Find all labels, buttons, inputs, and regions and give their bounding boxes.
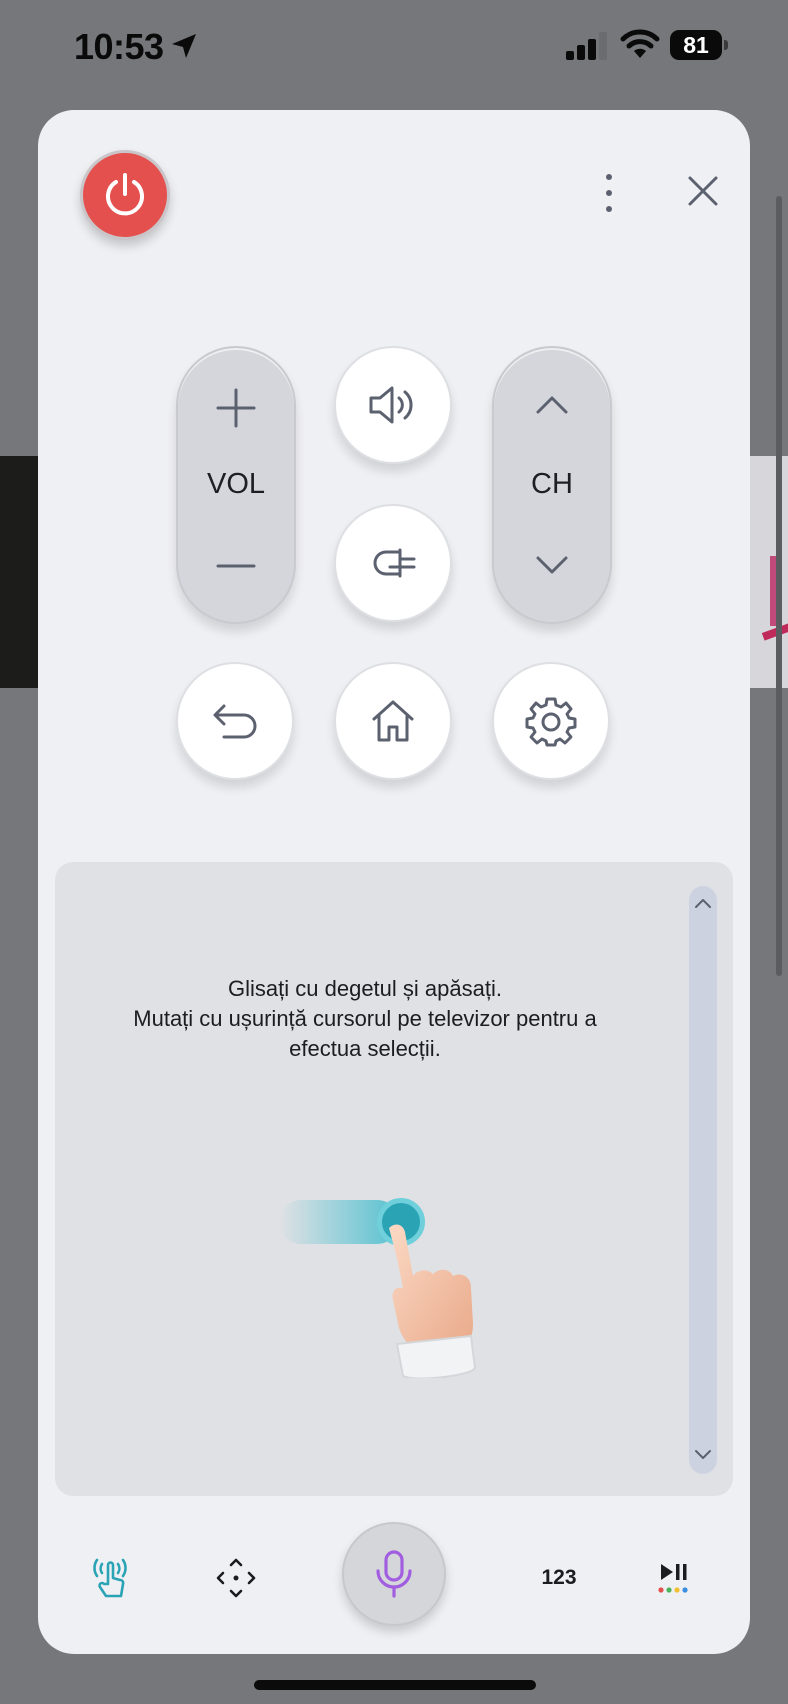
more-vertical-icon[interactable] — [594, 168, 624, 218]
power-button[interactable] — [80, 150, 170, 240]
gear-icon — [525, 697, 577, 747]
cellular-signal-icon — [566, 32, 607, 60]
swipe-hand-illustration — [389, 1224, 477, 1378]
back-arrow-icon — [213, 704, 257, 739]
volume-rocker: VOL — [176, 346, 296, 624]
close-icon[interactable] — [678, 166, 728, 216]
dpad-mode-button[interactable] — [210, 1554, 262, 1602]
scroll-down-icon[interactable] — [691, 1442, 715, 1466]
touch-mode-button[interactable] — [84, 1554, 136, 1602]
background-app-image-left — [0, 456, 38, 688]
touchpad-scroll-bar[interactable] — [689, 886, 717, 1474]
settings-button[interactable] — [492, 662, 610, 780]
battery-level: 81 — [683, 32, 709, 58]
background-app-image-right — [750, 456, 788, 688]
touchpad-instruction-line2: Mutați cu ușurință cursorul pe televizor… — [133, 1006, 597, 1031]
wifi-icon — [620, 29, 660, 58]
channel-down-button[interactable] — [534, 550, 570, 580]
voice-button[interactable] — [342, 1522, 446, 1626]
scroll-up-icon[interactable] — [691, 892, 715, 916]
touch-gesture-icon — [93, 1558, 127, 1598]
number-pad-label: 123 — [541, 1566, 577, 1589]
channel-up-button[interactable] — [534, 390, 570, 420]
microphone-icon — [376, 1550, 412, 1598]
volume-up-button[interactable] — [214, 386, 258, 430]
home-button[interactable] — [334, 662, 452, 780]
media-controls-button[interactable] — [644, 1554, 704, 1602]
volume-label: VOL — [206, 468, 266, 500]
remote-bottom-bar: 123 — [38, 1510, 750, 1640]
remote-control-sheet: VOL CH Glisați cu degetul și apăsați. Mu… — [38, 110, 750, 1654]
status-bar: 10:53 81 — [0, 0, 788, 96]
battery-icon: 81 — [670, 30, 728, 60]
channel-label: CH — [531, 468, 573, 500]
location-arrow-icon — [172, 34, 196, 58]
channel-rocker: CH — [492, 346, 612, 624]
home-icon — [372, 700, 414, 742]
back-button[interactable] — [176, 662, 294, 780]
home-indicator[interactable] — [254, 1680, 536, 1690]
touchpad-instructions: Glisați cu degetul și apăsați. Mutați cu… — [95, 974, 635, 1064]
input-button[interactable] — [334, 504, 452, 622]
input-plug-icon — [373, 548, 416, 578]
volume-down-button[interactable] — [214, 544, 258, 588]
number-pad-button[interactable]: 123 — [524, 1554, 594, 1602]
touchpad-instruction-line1: Glisați cu degetul și apăsați. — [228, 976, 502, 1001]
play-pause-icon — [658, 1564, 688, 1593]
status-time: 10:53 — [74, 26, 164, 67]
power-icon — [106, 173, 144, 216]
touchpad-instruction-line3: efectua selecții. — [289, 1036, 441, 1061]
dpad-arrows-icon — [216, 1558, 256, 1598]
touchpad-area[interactable]: Glisați cu degetul și apăsați. Mutați cu… — [55, 862, 733, 1496]
mute-button[interactable] — [334, 346, 452, 464]
background-scrollbar — [776, 196, 782, 976]
speaker-icon — [369, 386, 413, 424]
